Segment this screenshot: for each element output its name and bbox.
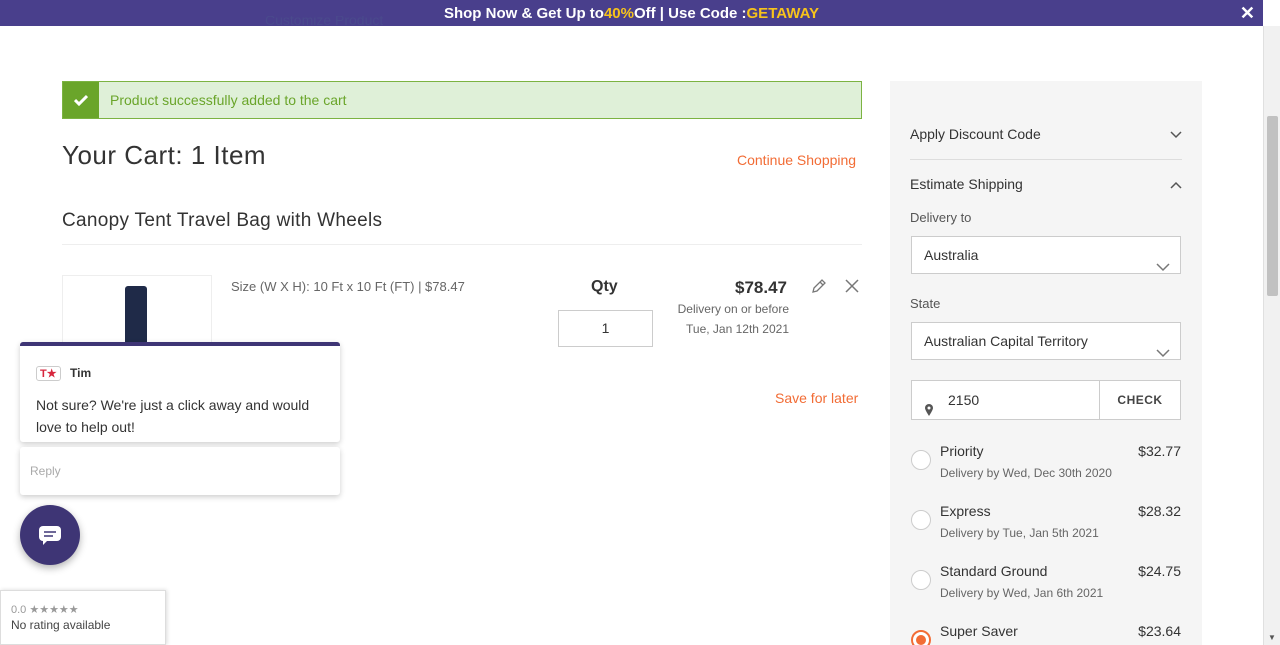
state-label: State xyxy=(910,296,941,311)
success-notice: Product successfully added to the cart xyxy=(62,81,862,119)
chevron-down-icon xyxy=(1156,249,1170,285)
cart-title: Your Cart: 1 Item xyxy=(62,140,267,170)
promo-text-2: Off | Use Code : xyxy=(633,4,747,22)
chevron-up-icon xyxy=(1170,176,1182,192)
page-scrollbar[interactable]: ▼ xyxy=(1263,26,1280,645)
checkmark-icon xyxy=(63,82,99,118)
zip-value: 2150 xyxy=(948,392,980,408)
divider xyxy=(62,244,862,245)
state-value: Australian Capital Territory xyxy=(924,333,1088,349)
country-value: Australia xyxy=(924,247,979,263)
check-button[interactable]: CHECK xyxy=(1099,380,1181,420)
promo-banner: Shop Now & Get Up to 40% Off | Use Code … xyxy=(0,0,1263,26)
bag-image xyxy=(125,286,147,346)
option-price: $23.64 xyxy=(1138,623,1181,639)
rating-widget[interactable]: 0.0 ★★★★★ No rating available xyxy=(0,590,166,645)
shipping-option-priority[interactable]: Priority $32.77 Delivery by Wed, Dec 30t… xyxy=(911,443,1181,493)
divider xyxy=(910,159,1182,160)
rating-score: 0.0 ★★★★★ xyxy=(11,604,79,616)
option-name: Priority xyxy=(940,443,984,459)
agent-name: Tim xyxy=(70,366,92,380)
estimate-shipping-toggle[interactable]: Estimate Shipping xyxy=(910,176,1182,192)
radio-button[interactable] xyxy=(911,570,931,590)
product-name[interactable]: Canopy Tent Travel Bag with Wheels xyxy=(62,210,382,232)
chat-bubble-icon xyxy=(39,526,61,545)
zip-input[interactable]: 2150 xyxy=(911,380,1100,420)
success-message: Product successfully added to the cart xyxy=(110,92,347,108)
radio-button[interactable] xyxy=(911,450,931,470)
continue-shopping-link[interactable]: Continue Shopping xyxy=(737,152,856,168)
option-name: Express xyxy=(940,503,991,519)
scroll-down-arrow-icon[interactable]: ▼ xyxy=(1268,633,1276,642)
discount-label: Apply Discount Code xyxy=(910,126,1041,142)
quantity-input[interactable]: 1 xyxy=(558,310,653,347)
chevron-down-icon xyxy=(1170,126,1182,142)
shipping-label: Estimate Shipping xyxy=(910,176,1023,192)
shipping-option-standard-ground[interactable]: Standard Ground $24.75 Delivery by Wed, … xyxy=(911,563,1181,613)
promo-text-1: Shop Now & Get Up to xyxy=(443,4,604,22)
item-price: $78.47 xyxy=(735,278,787,297)
chat-message: Not sure? We're just a click away and wo… xyxy=(36,397,310,435)
radio-button[interactable] xyxy=(911,510,931,530)
chat-message-card: T★ Tim Not sure? We're just a click away… xyxy=(20,342,340,442)
radio-button-selected[interactable] xyxy=(911,630,931,645)
option-name: Standard Ground xyxy=(940,563,1048,579)
promo-discount: 40% xyxy=(603,4,634,22)
map-pin-icon xyxy=(924,393,934,431)
option-price: $32.77 xyxy=(1138,443,1181,459)
scrollbar-thumb[interactable] xyxy=(1267,116,1278,296)
chat-reply-input[interactable]: Reply xyxy=(20,447,340,495)
option-price: $28.32 xyxy=(1138,503,1181,519)
close-icon[interactable]: ✕ xyxy=(1240,3,1255,24)
shipping-option-super-saver[interactable]: Super Saver $23.64 xyxy=(911,623,1181,645)
rating-text: No rating available xyxy=(11,618,111,632)
order-sidebar: Apply Discount Code Estimate Shipping De… xyxy=(890,81,1202,645)
option-delivery: Delivery by Wed, Dec 30th 2020 xyxy=(940,466,1112,480)
state-select[interactable]: Australian Capital Territory xyxy=(911,322,1181,360)
option-name: Super Saver xyxy=(940,623,1018,639)
delivery-estimate-label: Delivery on or before xyxy=(677,302,789,316)
delivery-estimate-date: Tue, Jan 12th 2021 xyxy=(686,322,789,336)
pencil-icon[interactable] xyxy=(810,277,828,295)
discount-code-toggle[interactable]: Apply Discount Code xyxy=(910,126,1182,142)
chevron-down-icon xyxy=(1156,335,1170,371)
shipping-option-express[interactable]: Express $28.32 Delivery by Tue, Jan 5th … xyxy=(911,503,1181,553)
save-for-later-link[interactable]: Save for later xyxy=(775,390,858,406)
option-delivery: Delivery by Tue, Jan 5th 2021 xyxy=(940,526,1099,540)
qty-label: Qty xyxy=(591,278,618,295)
product-size: Size (W X H): 10 Ft x 10 Ft (FT) | $78.4… xyxy=(231,279,465,294)
promo-code: GETAWAY xyxy=(746,4,820,22)
close-icon[interactable] xyxy=(844,278,860,294)
agent-logo: T★ xyxy=(36,366,61,381)
country-select[interactable]: Australia xyxy=(911,236,1181,274)
option-delivery: Delivery by Wed, Jan 6th 2021 xyxy=(940,586,1104,600)
chat-launcher-button[interactable] xyxy=(20,505,80,565)
option-price: $24.75 xyxy=(1138,563,1181,579)
customize-product-link[interactable]: Customize Product xyxy=(265,16,383,28)
delivery-to-label: Delivery to xyxy=(910,210,972,225)
